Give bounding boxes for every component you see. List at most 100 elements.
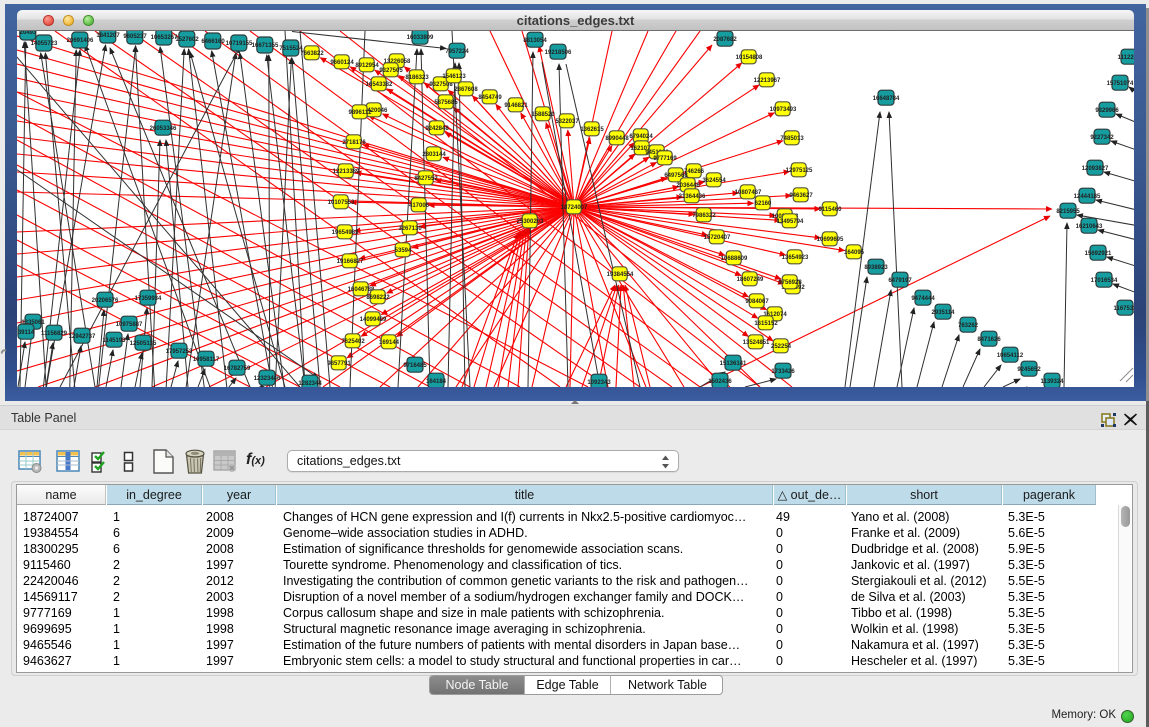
svg-text:169144: 169144 (379, 340, 400, 346)
svg-text:21364436: 21364436 (679, 194, 706, 200)
svg-text:7485013: 7485013 (780, 136, 804, 142)
svg-text:8186323: 8186323 (405, 75, 429, 81)
svg-text:1167533: 1167533 (1113, 306, 1134, 312)
svg-text:15720407: 15720407 (704, 235, 731, 241)
svg-text:14099489: 14099489 (360, 317, 387, 323)
svg-text:9115460: 9115460 (818, 207, 842, 213)
svg-text:10154808: 10154808 (736, 55, 763, 61)
svg-text:20493: 20493 (20, 31, 37, 36)
svg-text:39114: 39114 (18, 330, 35, 336)
svg-text:20206576: 20206576 (92, 298, 119, 304)
svg-text:16648784: 16648784 (873, 96, 900, 102)
svg-text:9084067: 9084067 (745, 299, 769, 305)
svg-text:10973493: 10973493 (770, 107, 797, 113)
svg-text:8471626: 8471626 (977, 337, 1001, 343)
svg-text:9896112: 9896112 (348, 110, 372, 116)
svg-text:8813054: 8813054 (523, 38, 547, 44)
svg-text:1502436: 1502436 (708, 379, 732, 385)
svg-text:5322037: 5322037 (555, 119, 579, 125)
svg-text:16671355: 16671355 (252, 43, 279, 49)
svg-text:9660124: 9660124 (330, 60, 354, 66)
svg-text:1092343: 1092343 (587, 380, 611, 386)
svg-text:12444185: 12444185 (1074, 194, 1101, 200)
svg-text:16543382: 16543382 (366, 82, 393, 88)
svg-text:9716485: 9716485 (403, 363, 427, 369)
svg-text:9756928: 9756928 (778, 280, 802, 286)
svg-text:14055723: 14055723 (31, 41, 58, 47)
svg-text:11156829: 11156829 (41, 331, 68, 337)
svg-text:20691406: 20691406 (67, 38, 94, 44)
svg-text:2935114: 2935114 (931, 310, 955, 316)
svg-text:53594: 53594 (395, 248, 412, 254)
svg-text:1112260: 1112260 (1118, 55, 1134, 61)
svg-text:16210643: 16210643 (1076, 224, 1103, 230)
svg-text:8427552: 8427552 (414, 176, 438, 182)
svg-text:1527602: 1527602 (175, 37, 199, 43)
svg-text:26053346: 26053346 (150, 126, 177, 132)
svg-text:10653267: 10653267 (151, 35, 178, 41)
svg-text:6466160: 6466160 (201, 39, 225, 45)
svg-text:1841207: 1841207 (96, 33, 120, 39)
svg-text:10719155: 10719155 (226, 41, 253, 47)
svg-text:1362615: 1362615 (580, 127, 604, 133)
svg-text:15751074: 15751074 (1107, 81, 1134, 87)
svg-text:9329966: 9329966 (1095, 108, 1119, 114)
svg-text:13495794: 13495794 (777, 219, 804, 225)
svg-text:2087682: 2087682 (713, 37, 737, 43)
svg-text:8698222: 8698222 (366, 295, 390, 301)
svg-text:9327505: 9327505 (379, 68, 403, 74)
svg-text:3624554: 3624554 (702, 178, 726, 184)
svg-text:17957253: 17957253 (166, 349, 193, 355)
svg-text:1145193: 1145193 (102, 338, 126, 344)
svg-text:1615152: 1615152 (754, 321, 778, 327)
svg-text:12213967: 12213967 (754, 78, 781, 84)
svg-text:8912954: 8912954 (355, 63, 379, 69)
svg-text:19384554: 19384554 (607, 272, 634, 278)
svg-text:7986322: 7986322 (692, 213, 716, 219)
svg-text:25300203: 25300203 (517, 219, 544, 225)
svg-text:7663822: 7663822 (300, 51, 324, 57)
svg-text:10699695: 10699695 (817, 237, 844, 243)
svg-text:2718176: 2718176 (342, 140, 366, 146)
svg-text:17016534: 17016534 (1091, 278, 1118, 284)
svg-text:417006: 417006 (409, 203, 430, 209)
svg-text:16782759: 16782759 (224, 366, 251, 372)
svg-text:15136141: 15136141 (720, 361, 747, 367)
svg-text:12505135: 12505135 (130, 341, 157, 347)
svg-text:164095: 164095 (844, 250, 865, 256)
svg-text:19166827: 19166827 (337, 259, 364, 265)
svg-text:17359934: 17359934 (135, 296, 162, 302)
svg-text:9227342: 9227342 (1090, 135, 1114, 141)
svg-text:12975125: 12975125 (786, 168, 813, 174)
svg-text:10654112: 10654112 (997, 353, 1024, 359)
svg-text:12942737: 12942737 (69, 334, 96, 340)
svg-text:9242848: 9242848 (425, 126, 449, 132)
svg-text:62160: 62160 (755, 201, 772, 207)
svg-text:7625402: 7625402 (341, 339, 365, 345)
svg-text:9146821: 9146821 (504, 103, 528, 109)
svg-text:1139324: 1139324 (1040, 379, 1064, 385)
svg-text:6794024: 6794024 (629, 134, 653, 140)
svg-text:164184: 164184 (426, 379, 447, 385)
svg-text:9245652: 9245652 (1017, 367, 1041, 373)
svg-text:8938923: 8938923 (864, 265, 888, 271)
svg-text:18607249: 18607249 (737, 277, 764, 283)
svg-text:1546123: 1546123 (442, 74, 466, 80)
svg-text:3267130: 3267130 (398, 226, 422, 232)
svg-text:7957224: 7957224 (445, 49, 469, 55)
svg-text:10107553: 10107553 (328, 200, 355, 206)
svg-text:2803144: 2803144 (422, 152, 446, 158)
svg-text:13654923: 13654923 (782, 255, 809, 261)
svg-text:9474444: 9474444 (911, 296, 935, 302)
svg-text:9463627: 9463627 (789, 193, 813, 199)
svg-text:10688609: 10688609 (721, 256, 748, 262)
svg-text:252254: 252254 (771, 344, 792, 350)
svg-text:18724007: 18724007 (561, 205, 588, 211)
svg-text:9777169: 9777169 (653, 156, 677, 162)
svg-text:5875685: 5875685 (434, 100, 458, 106)
svg-text:19654983: 19654983 (332, 230, 359, 236)
svg-text:19218506: 19218506 (545, 50, 572, 56)
svg-text:12213389: 12213389 (333, 169, 360, 175)
svg-text:9857791: 9857791 (327, 361, 351, 367)
svg-text:6479197: 6479197 (888, 278, 912, 284)
